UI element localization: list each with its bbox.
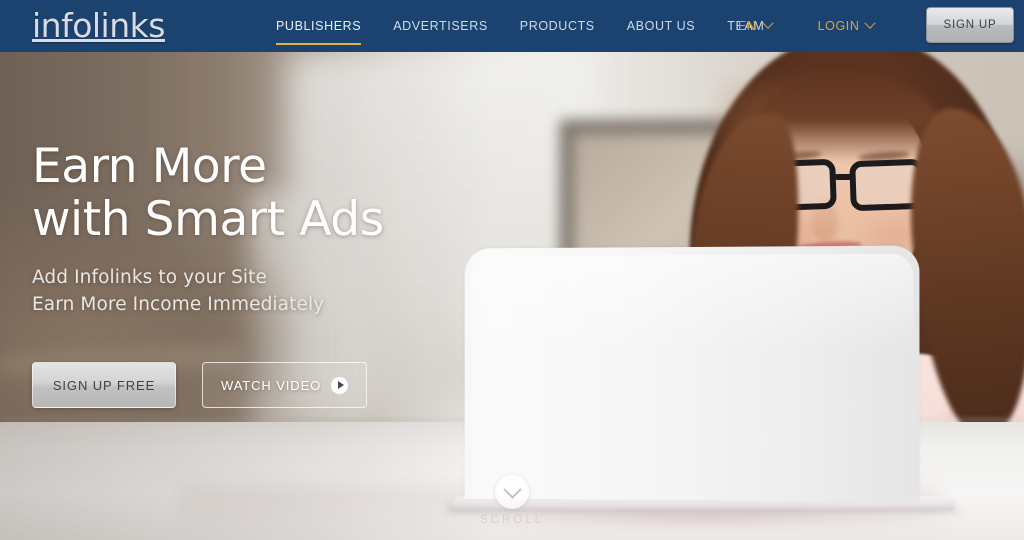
- play-icon: [331, 377, 348, 394]
- hero-content: Earn More with Smart Ads Add Infolinks t…: [32, 140, 472, 408]
- chevron-down-icon: [865, 18, 876, 29]
- nav-item-advertisers[interactable]: ADVERTISERS: [393, 13, 488, 40]
- login-menu-label: LOGIN: [818, 19, 860, 33]
- laptop-lid: [465, 246, 920, 502]
- top-navigation-bar: infolinks PUBLISHERS ADVERTISERS PRODUCT…: [0, 0, 1024, 52]
- chevron-down-icon: [762, 18, 773, 29]
- hero-subline-1: Add Infolinks to your Site: [32, 264, 472, 291]
- infolinks-logo[interactable]: infolinks: [32, 6, 165, 46]
- language-selector-label: EN: [738, 19, 757, 33]
- hero-headline-line2: with Smart Ads: [32, 193, 472, 246]
- hero-cta-row: SIGN UP FREE WATCH VIDEO: [32, 362, 472, 408]
- chevron-down-icon[interactable]: [495, 475, 529, 509]
- primary-nav: PUBLISHERS ADVERTISERS PRODUCTS ABOUT US…: [276, 0, 764, 52]
- scroll-down-indicator[interactable]: SCROLL: [0, 475, 1024, 526]
- utility-nav: EN LOGIN: [738, 0, 874, 52]
- login-menu[interactable]: LOGIN: [818, 19, 875, 33]
- hero-headline-line1: Earn More: [32, 140, 472, 193]
- scroll-label: SCROLL: [480, 514, 544, 526]
- hero-subline-2: Earn More Income Immediately: [32, 291, 472, 318]
- nav-item-publishers[interactable]: PUBLISHERS: [276, 13, 361, 40]
- nav-item-products[interactable]: PRODUCTS: [520, 13, 595, 40]
- hero-section: Earn More with Smart Ads Add Infolinks t…: [0, 52, 1024, 540]
- watch-video-label: WATCH VIDEO: [221, 378, 321, 393]
- page-root: infolinks PUBLISHERS ADVERTISERS PRODUCT…: [0, 0, 1024, 540]
- sign-up-free-button[interactable]: SIGN UP FREE: [32, 362, 176, 408]
- nav-item-about-us[interactable]: ABOUT US: [627, 13, 695, 40]
- watch-video-button[interactable]: WATCH VIDEO: [202, 362, 367, 408]
- signup-button[interactable]: SIGN UP: [926, 7, 1014, 43]
- language-selector[interactable]: EN: [738, 19, 772, 33]
